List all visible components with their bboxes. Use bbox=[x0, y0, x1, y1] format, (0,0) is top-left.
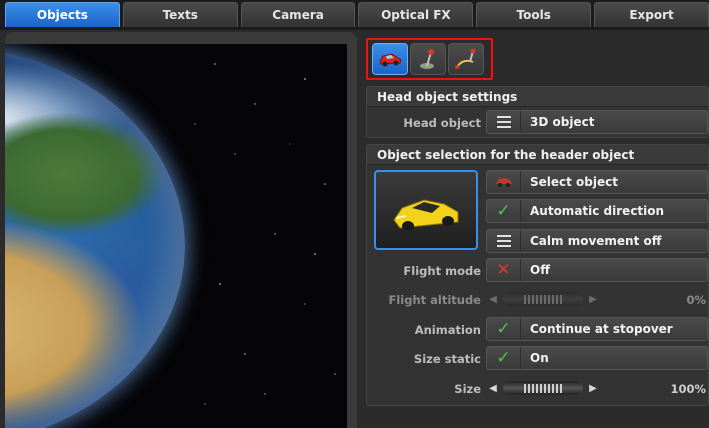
head-object-label: Head object bbox=[403, 116, 481, 130]
animation-toggle[interactable]: ✓ Continue at stopover bbox=[486, 317, 708, 341]
head-object-section: Head object settings Head object 3D obje… bbox=[366, 86, 709, 138]
checkmark-icon: ✓ bbox=[487, 200, 521, 222]
animation-label: Animation bbox=[414, 323, 481, 337]
object-type-toolbar bbox=[366, 38, 493, 80]
flight-mode-value: Off bbox=[530, 263, 550, 277]
size-static-label: Size static bbox=[413, 352, 481, 366]
select-object-label: Select object bbox=[530, 175, 618, 189]
flight-altitude-label: Flight altitude bbox=[388, 293, 481, 307]
flight-altitude-value: 0% bbox=[686, 293, 706, 307]
flight-altitude-slider[interactable]: ◀ ▶ bbox=[486, 287, 608, 311]
calm-movement-label: Calm movement off bbox=[530, 234, 662, 248]
calm-movement-select[interactable]: Calm movement off bbox=[486, 229, 708, 253]
size-static-toggle[interactable]: ✓ On bbox=[486, 346, 708, 370]
section-title: Object selection for the header object bbox=[367, 145, 708, 165]
size-label: Size bbox=[454, 382, 481, 396]
car-object-button[interactable] bbox=[372, 43, 408, 75]
tab-objects[interactable]: Objects bbox=[5, 2, 120, 27]
select-object-row: Select object bbox=[367, 170, 709, 196]
size-row: Size ◀ ▶ 100% bbox=[367, 376, 709, 402]
head-object-row: Head object 3D object bbox=[367, 110, 709, 136]
flight-altitude-row: Flight altitude ◀ ▶ 0% bbox=[367, 287, 709, 313]
size-slider[interactable]: ◀ ▶ bbox=[486, 376, 608, 400]
tab-optical-fx[interactable]: Optical FX bbox=[358, 2, 474, 27]
calm-movement-row: Calm movement off bbox=[367, 229, 709, 255]
menu-icon bbox=[487, 230, 521, 252]
arrow-left-icon[interactable]: ◀ bbox=[486, 290, 500, 308]
car-icon bbox=[487, 171, 521, 193]
tab-texts[interactable]: Texts bbox=[122, 2, 238, 27]
animation-value: Continue at stopover bbox=[530, 322, 673, 336]
slider-track[interactable] bbox=[503, 381, 583, 395]
checkmark-icon: ✓ bbox=[487, 318, 521, 340]
automatic-direction-label: Automatic direction bbox=[530, 204, 665, 218]
animation-row: Animation ✓ Continue at stopover bbox=[367, 317, 709, 343]
route-icon bbox=[455, 48, 476, 69]
object-selection-section: Object selection for the header object S… bbox=[366, 144, 709, 406]
car-icon bbox=[379, 53, 402, 67]
arrow-right-icon[interactable]: ▶ bbox=[586, 290, 600, 308]
flight-mode-row: Flight mode ✕ Off bbox=[367, 258, 709, 284]
tab-bar: Objects Texts Camera Optical FX Tools Ex… bbox=[0, 0, 709, 30]
arrow-right-icon[interactable]: ▶ bbox=[586, 379, 600, 397]
cross-icon: ✕ bbox=[487, 259, 521, 281]
pin-icon bbox=[420, 49, 434, 69]
size-value: 100% bbox=[670, 382, 706, 396]
tab-tools[interactable]: Tools bbox=[476, 2, 592, 27]
head-object-value: 3D object bbox=[530, 115, 595, 129]
section-title: Head object settings bbox=[367, 87, 708, 107]
select-object-button[interactable]: Select object bbox=[486, 170, 708, 194]
arrow-left-icon[interactable]: ◀ bbox=[486, 379, 500, 397]
map-preview[interactable] bbox=[5, 44, 347, 428]
size-static-row: Size static ✓ On bbox=[367, 346, 709, 372]
tab-export[interactable]: Export bbox=[594, 2, 709, 27]
size-static-value: On bbox=[530, 351, 549, 365]
automatic-direction-toggle[interactable]: ✓ Automatic direction bbox=[486, 199, 708, 223]
slider-track[interactable] bbox=[503, 292, 583, 306]
head-object-select[interactable]: 3D object bbox=[486, 110, 708, 134]
automatic-direction-row: ✓ Automatic direction bbox=[367, 199, 709, 225]
checkmark-icon: ✓ bbox=[487, 347, 521, 369]
route-object-button[interactable] bbox=[448, 43, 484, 75]
pin-object-button[interactable] bbox=[410, 43, 446, 75]
flight-mode-toggle[interactable]: ✕ Off bbox=[486, 258, 708, 282]
flight-mode-label: Flight mode bbox=[403, 264, 481, 278]
menu-icon bbox=[487, 111, 521, 133]
tab-camera[interactable]: Camera bbox=[240, 2, 356, 27]
